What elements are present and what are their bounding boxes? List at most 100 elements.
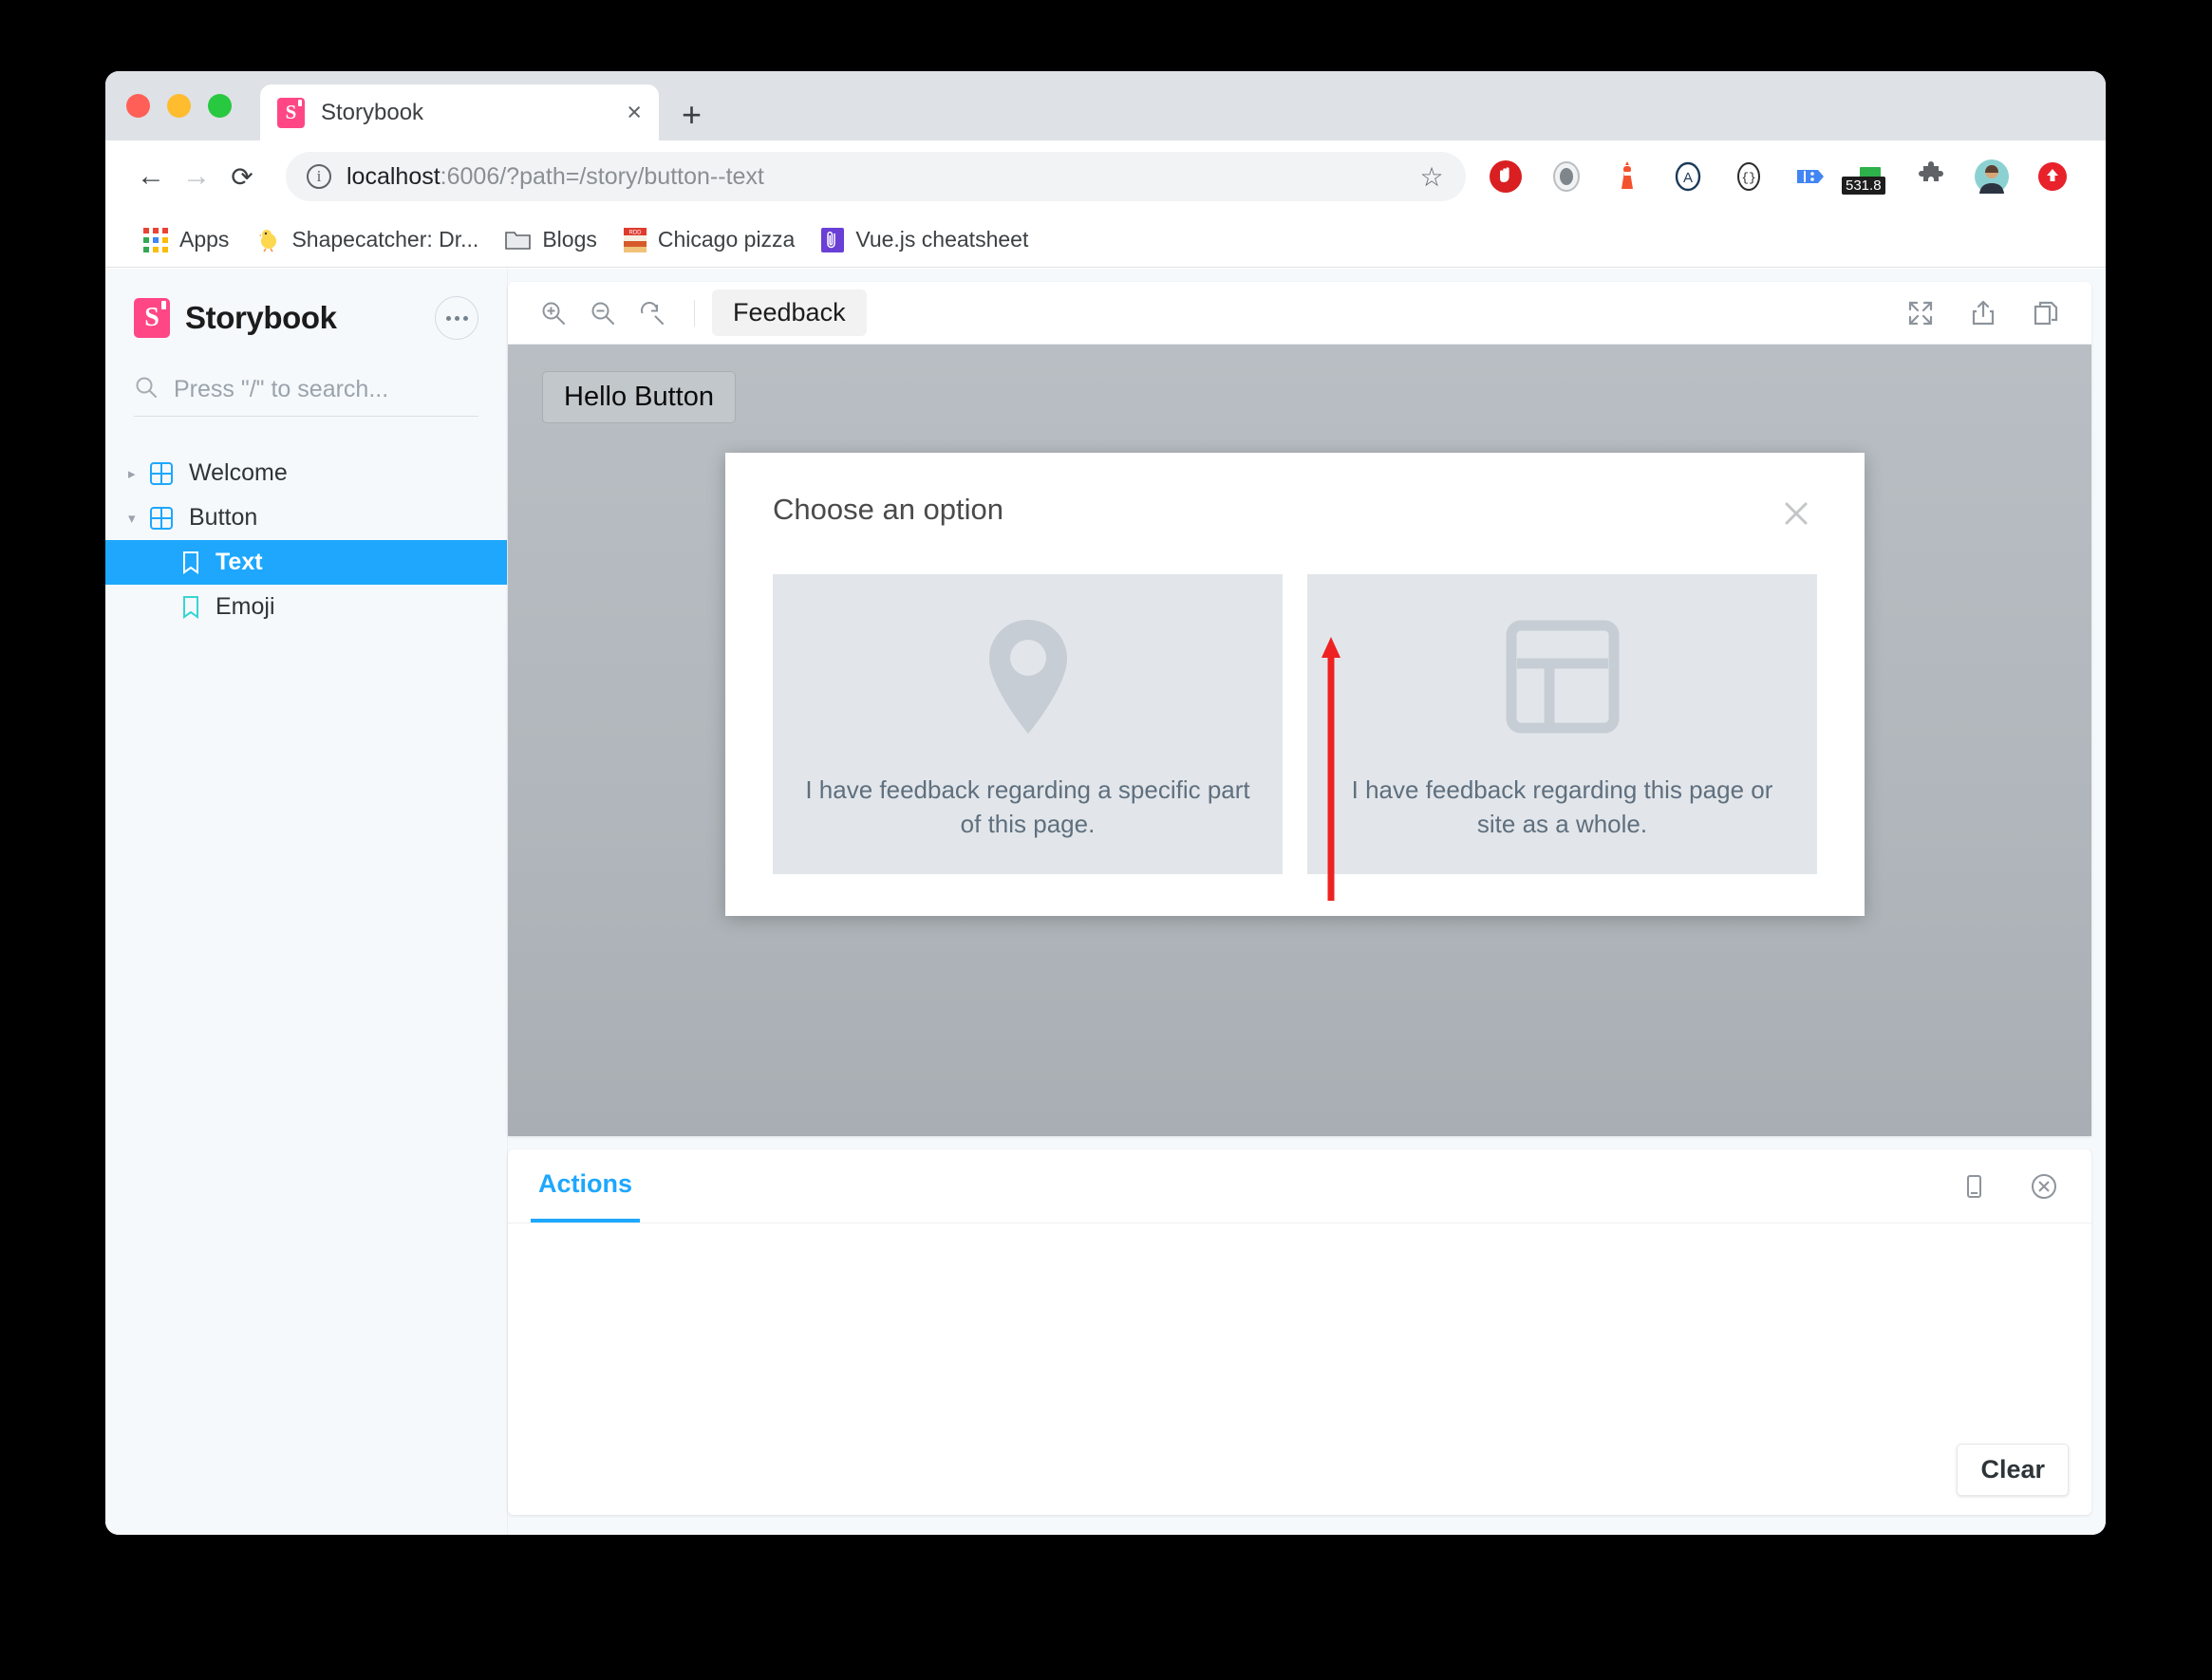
forward-button[interactable]: → xyxy=(174,154,219,199)
addon-tab-actions xyxy=(1949,1162,2069,1211)
memory-meter-extension-icon[interactable]: 531.8 xyxy=(1840,150,1901,203)
bookmarks-bar: Apps Shapecatcher: Dr... Blogs RDD Chica… xyxy=(105,213,2106,268)
new-tab-button[interactable]: + xyxy=(682,98,702,132)
feedback-modal: Choose an option I hav xyxy=(725,453,1865,916)
storybook-logo-icon: S xyxy=(134,298,170,338)
option-specific-part[interactable]: I have feedback regarding a specific par… xyxy=(773,574,1283,874)
tree-item-label: Welcome xyxy=(189,459,288,487)
tree-item-welcome[interactable]: ▸ Welcome xyxy=(105,451,507,495)
storybook-brand[interactable]: S Storybook xyxy=(105,289,507,346)
bookmark-vuejs-cheatsheet[interactable]: Vue.js cheatsheet xyxy=(808,221,1041,258)
storybook-app: S Storybook Press "/" to search... ▸ Wel… xyxy=(105,269,2106,1535)
ghostery-extension-icon[interactable] xyxy=(1536,150,1597,203)
close-window-button[interactable] xyxy=(126,94,150,118)
reload-button[interactable]: ⟳ xyxy=(219,154,265,199)
search-input[interactable]: Press "/" to search... xyxy=(134,375,478,417)
tree-item-emoji[interactable]: Emoji xyxy=(105,585,507,629)
mobile-layout-icon[interactable] xyxy=(1949,1162,1998,1211)
chevron-right-icon[interactable]: ▸ xyxy=(128,465,149,482)
search-placeholder: Press "/" to search... xyxy=(174,376,388,403)
folder-icon xyxy=(505,229,531,252)
tree-item-label: Text xyxy=(216,549,263,576)
close-icon[interactable] xyxy=(1775,493,1817,534)
pizza-favicon: RDD xyxy=(624,228,647,252)
memory-badge: 531.8 xyxy=(1842,177,1885,195)
accessibility-extension-icon[interactable]: A xyxy=(1658,150,1718,203)
storybook-main: Feedback Hello Button xyxy=(508,269,2106,1535)
bookmark-blogs[interactable]: Blogs xyxy=(492,221,610,258)
browser-toolbar: ← → ⟳ i localhost:6006/?path=/story/butt… xyxy=(105,140,2106,213)
upload-extension-icon[interactable] xyxy=(2022,150,2083,203)
story-tree: ▸ Welcome ▾ Button xyxy=(105,451,507,629)
address-bar[interactable]: i localhost:6006/?path=/story/button--te… xyxy=(286,152,1466,201)
chick-favicon xyxy=(255,228,280,252)
bookmark-label: Chicago pizza xyxy=(658,227,795,252)
chevron-down-icon[interactable]: ▾ xyxy=(128,510,149,527)
storybook-brand-name: Storybook xyxy=(185,300,337,336)
option-whole-page[interactable]: I have feedback regarding this page or s… xyxy=(1307,574,1817,874)
close-tab-icon[interactable]: × xyxy=(627,100,642,125)
page-layout-icon xyxy=(1504,612,1622,741)
storybook-sidebar: S Storybook Press "/" to search... ▸ Wel… xyxy=(105,269,508,1535)
addons-panel: Actions Clear xyxy=(508,1149,2091,1515)
fullscreen-icon[interactable] xyxy=(1896,289,1945,338)
modal-header: Choose an option xyxy=(773,493,1817,534)
clear-button[interactable]: Clear xyxy=(1957,1444,2069,1496)
lighthouse-extension-icon[interactable] xyxy=(1597,150,1658,203)
zoom-reset-icon[interactable] xyxy=(628,289,677,338)
tree-item-text[interactable]: Text xyxy=(105,540,507,585)
json-viewer-extension-icon[interactable]: {} xyxy=(1718,150,1779,203)
tree-item-label: Emoji xyxy=(216,593,275,621)
paperclip-favicon xyxy=(821,228,844,252)
site-info-icon[interactable]: i xyxy=(307,164,331,189)
feedback-button[interactable]: Feedback xyxy=(712,289,867,336)
browser-window: S Storybook × + ← → ⟳ i localhost:6006/?… xyxy=(105,71,2106,1535)
adblock-extension-icon[interactable] xyxy=(1475,150,1536,203)
profile-avatar-icon[interactable] xyxy=(1961,150,2022,203)
option-label: I have feedback regarding this page or s… xyxy=(1334,774,1790,842)
svg-text:{}: {} xyxy=(1741,171,1756,185)
tab-actions[interactable]: Actions xyxy=(531,1149,640,1223)
preview-toolbar-right xyxy=(1896,289,2071,338)
zoom-in-icon[interactable] xyxy=(529,289,578,338)
share-icon[interactable] xyxy=(1959,289,2008,338)
bookmark-shapecatcher[interactable]: Shapecatcher: Dr... xyxy=(242,221,492,258)
extension-icons: A {} 531.8 xyxy=(1475,150,2083,203)
wappalyzer-extension-icon[interactable] xyxy=(1779,150,1840,203)
bookmark-star-icon[interactable]: ☆ xyxy=(1411,156,1453,197)
url-text: localhost:6006/?path=/story/button--text xyxy=(347,163,764,191)
modal-title: Choose an option xyxy=(773,493,1003,527)
story-bookmark-icon xyxy=(181,595,200,620)
preview-panel: Feedback Hello Button xyxy=(508,282,2091,1136)
sidebar-menu-button[interactable] xyxy=(435,296,478,340)
actions-log: Clear xyxy=(508,1223,2091,1515)
component-grid-icon xyxy=(149,461,174,486)
addon-tab-bar: Actions xyxy=(508,1149,2091,1223)
back-button[interactable]: ← xyxy=(128,154,174,199)
option-label: I have feedback regarding a specific par… xyxy=(799,774,1256,842)
modal-options: I have feedback regarding a specific par… xyxy=(773,574,1817,874)
url-host: localhost xyxy=(347,163,441,190)
bookmark-chicago-pizza[interactable]: RDD Chicago pizza xyxy=(610,221,808,258)
story-bookmark-icon xyxy=(181,551,200,575)
tab-strip: S Storybook × + xyxy=(105,71,2106,140)
apps-grid-icon xyxy=(143,228,168,252)
bookmark-apps[interactable]: Apps xyxy=(130,221,242,258)
svg-text:RDD: RDD xyxy=(628,230,642,235)
tree-item-label: Button xyxy=(189,504,257,532)
browser-tab-storybook[interactable]: S Storybook × xyxy=(260,84,659,140)
tree-item-button[interactable]: ▾ Button xyxy=(105,495,507,540)
modal-backdrop[interactable]: Choose an option I hav xyxy=(508,345,2091,1136)
minimize-window-button[interactable] xyxy=(167,94,191,118)
copy-icon[interactable] xyxy=(2021,289,2071,338)
puzzle-extensions-icon[interactable] xyxy=(1901,150,1961,203)
maximize-window-button[interactable] xyxy=(208,94,232,118)
bookmark-label: Blogs xyxy=(542,227,597,252)
bookmark-label: Vue.js cheatsheet xyxy=(855,227,1028,252)
map-pin-icon xyxy=(976,612,1080,741)
bookmark-label: Shapecatcher: Dr... xyxy=(291,227,478,252)
story-canvas: Hello Button Choose an option xyxy=(508,345,2091,1136)
clear-circle-icon[interactable] xyxy=(2019,1162,2069,1211)
svg-text:A: A xyxy=(1683,170,1693,186)
zoom-out-icon[interactable] xyxy=(578,289,628,338)
